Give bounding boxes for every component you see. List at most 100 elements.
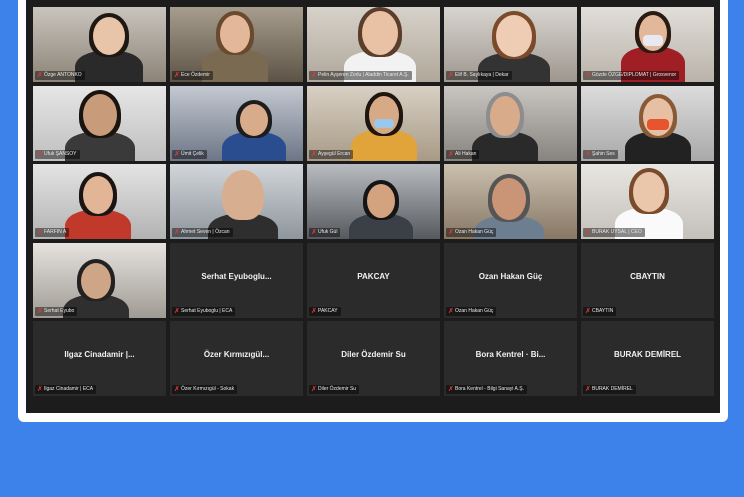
participant-name: Diler Özdemir Su [318,386,357,392]
muted-mic-icon: ✗ [37,229,43,236]
participant-display-name: BURAK DEMİREL [613,350,682,359]
participant-label: ✗ FARFIN A [35,228,70,237]
participant-name: BURAK DEMİREL [592,386,633,392]
participant-label: ✗ BURAK UYSAL | CEO [583,228,645,237]
participant-label: ✗ Ece Özdemir [172,71,213,80]
muted-mic-icon: ✗ [448,308,454,315]
muted-mic-icon: ✗ [174,72,180,79]
muted-mic-icon: ✗ [448,229,454,236]
participant-name: Ahmet Seven | Özcan [181,229,230,235]
muted-mic-icon: ✗ [311,151,317,158]
participant-label: ✗ Elif B. Saylıkaya | Dekar [446,71,512,80]
video-tile[interactable]: ✗ Ali Hakan [444,86,577,161]
participant-face [369,96,399,134]
video-tile[interactable]: ✗ BURAK UYSAL | CEO [581,164,714,239]
participant-display-name: CBAYTIN [630,272,665,281]
video-grid: ✗ Özge ANTONKO ✗ Ece Özdemir ✗ Pelin Ayşeren … [26,0,720,413]
muted-mic-icon: ✗ [311,72,317,79]
muted-mic-icon: ✗ [585,151,591,158]
participant-face [81,263,111,299]
participant-face [490,96,520,136]
participant-label: ✗ Şahin Ses [583,150,618,159]
face-mask [374,118,394,129]
name-tile[interactable]: Ozan Hakan Güç ✗ Ozan Hakan Güç [444,243,577,318]
name-tile[interactable]: BURAK DEMİREL ✗ BURAK DEMİREL [581,321,714,396]
muted-mic-icon: ✗ [37,151,43,158]
video-tile[interactable]: ✗ Ümit Çelik [170,86,303,161]
video-tile[interactable]: ✗ Ahmet Seven | Özcan [170,164,303,239]
name-tile[interactable]: Ilgaz Cinadamir |... ✗ Ilgaz Cinadamir | E… [33,321,166,396]
name-tile[interactable]: Diler Özdemir Su ✗ Diler Özdemir Su [307,321,440,396]
participant-name: Ufuk ŞANSOY [44,151,77,157]
participant-label: ✗ Ümit Çelik [172,150,207,159]
video-tile[interactable]: ✗ Ayşegül Ercan [307,86,440,161]
participant-face [93,17,125,55]
name-tile[interactable]: Bora Kentrel · Bi... ✗ Bora Kentrel - Bilg… [444,321,577,396]
participant-label: ✗ PAKCAY [309,307,341,316]
participant-label: ✗ Ahmet Seven | Özcan [172,228,233,237]
participant-name: Serhat Eyuboglu | ECA [181,308,233,314]
video-tile[interactable]: ✗ Özge ANTONKO [33,7,166,82]
participant-display-name: Özer Kırmızıgül... [203,350,270,359]
muted-mic-icon: ✗ [37,386,43,393]
video-tile[interactable]: ✗ Ece Özdemir [170,7,303,82]
participant-display-name: Serhat Eyuboglu... [201,272,272,281]
participant-name: Özer Kırmızıgül - Sokak [181,386,235,392]
video-tile[interactable]: ✗ Şahin Ses [581,86,714,161]
muted-mic-icon: ✗ [311,386,317,393]
video-tile[interactable]: ✗ FARFIN A [33,164,166,239]
participant-face [83,176,113,214]
participant-name: Pelin Ayşeren Zorlu | Aladdin Ticaret A.… [318,72,409,78]
video-tile[interactable]: ✗ Ufuk Gül [307,164,440,239]
muted-mic-icon: ✗ [174,229,180,236]
participant-label: ✗ Ayşegül Ercan [309,150,354,159]
participant-name: Ufuk Gül [318,229,338,235]
participant-display-name: Ozan Hakan Güç [478,272,543,281]
participant-name: Şahin Ses [592,151,615,157]
muted-mic-icon: ✗ [174,308,180,315]
name-tile[interactable]: Özer Kırmızıgül... ✗ Özer Kırmızıgül - Sok… [170,321,303,396]
name-tile[interactable]: CBAYTIN ✗ CBAYTIN [581,243,714,318]
participant-name: Gözde ÖZGE/DIPLOMAT | Grosvenor [592,72,677,78]
face-mask [647,118,669,131]
muted-mic-icon: ✗ [585,386,591,393]
muted-mic-icon: ✗ [448,151,454,158]
muted-mic-icon: ✗ [174,386,180,393]
participant-display-name: PAKCAY [357,272,390,281]
participant-label: ✗ BURAK DEMİREL [583,385,636,394]
participant-name: CBAYTIN [592,308,614,314]
participant-name: Ümit Çelik [181,151,204,157]
participant-label: ✗ Özge ANTONKO [35,71,85,80]
video-tile[interactable]: ✗ Serhat Eyubo [33,243,166,318]
video-tile[interactable]: ✗ Ozan Hakan Güç [444,164,577,239]
participant-face [633,172,665,212]
participant-face [240,104,268,136]
participant-label: ✗ Serhat Eyubo [35,307,78,316]
participant-name: Ilgaz Cinadamir | ECA [44,386,94,392]
video-tile[interactable]: ✗ Elif B. Saylıkaya | Dekar [444,7,577,82]
video-tile[interactable]: ✗ Pelin Ayşeren Zorlu | Aladdin Ticaret A… [307,7,440,82]
muted-mic-icon: ✗ [37,72,43,79]
name-tile[interactable]: PAKCAY ✗ PAKCAY [307,243,440,318]
participant-label: ✗ Ozan Hakan Güç [446,307,497,316]
participant-name: Özge ANTONKO [44,72,82,78]
participant-face [362,11,398,55]
participant-name: Ozan Hakan Güç [455,308,494,314]
video-tile[interactable]: ✗ Gözde ÖZGE/DIPLOMAT | Grosvenor [581,7,714,82]
participant-face [226,174,260,218]
muted-mic-icon: ✗ [311,229,317,236]
muted-mic-icon: ✗ [37,308,43,315]
participant-label: ✗ Ali Hakan [446,150,480,159]
participant-label: ✗ Ozan Hakan Güç [446,228,497,237]
video-tile[interactable]: ✗ Ufuk ŞANSOY [33,86,166,161]
muted-mic-icon: ✗ [448,386,454,393]
participant-name: FARFIN A [44,229,67,235]
participant-face [643,98,673,136]
participant-face [496,15,532,57]
muted-mic-icon: ✗ [585,229,591,236]
participant-name: Bora Kentrel - Bilgi Sanayi A.Ş. [455,386,524,392]
face-mask [643,34,663,46]
participant-face [639,15,667,51]
name-tile[interactable]: Serhat Eyuboglu... ✗ Serhat Eyuboglu | ECA [170,243,303,318]
participant-name: PAKCAY [318,308,338,314]
